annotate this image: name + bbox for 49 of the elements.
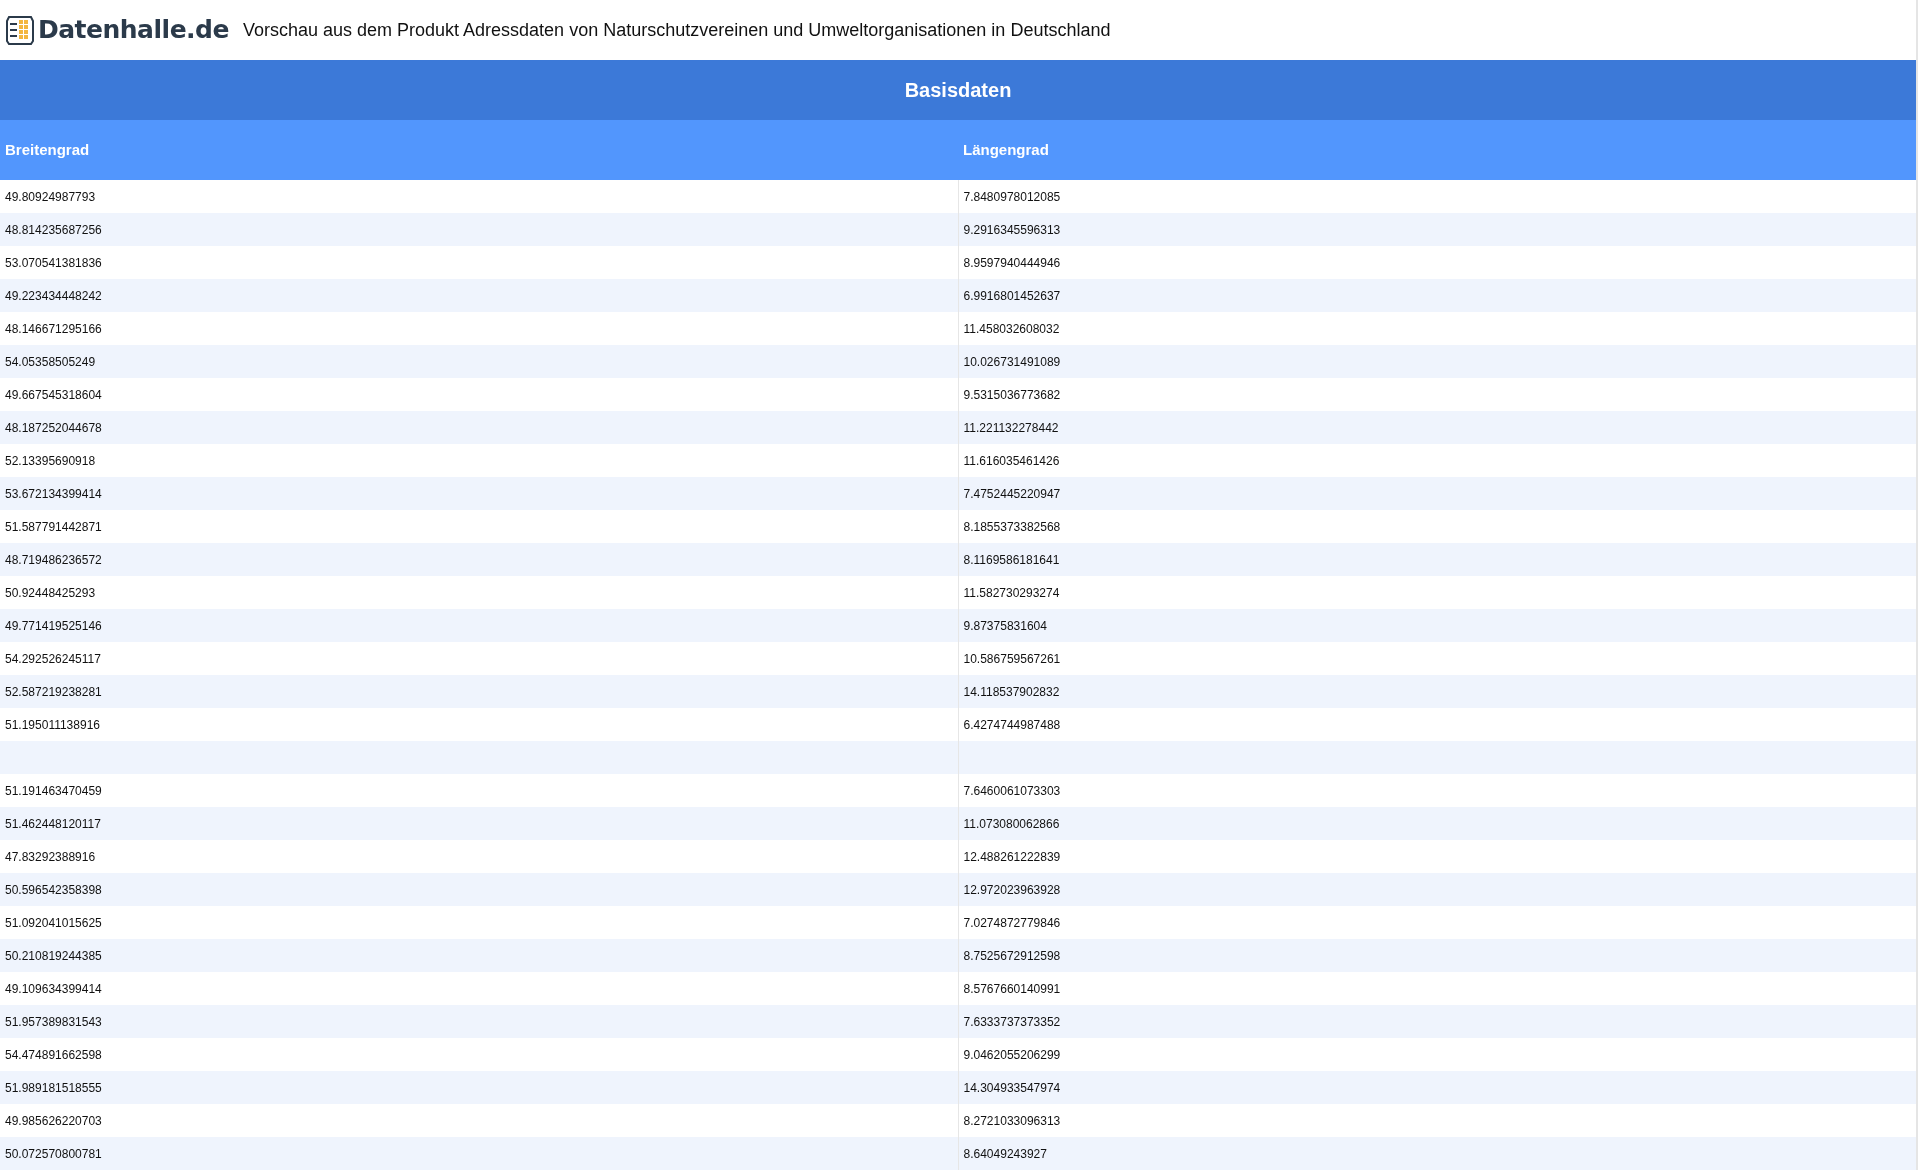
logo-icon	[5, 13, 35, 47]
table-cell: 9.87375831604	[958, 609, 1916, 642]
table-cell: 47.83292388916	[0, 840, 958, 873]
column-header: Breitengrad	[0, 120, 958, 180]
table-cell: 53.070541381836	[0, 246, 958, 279]
table-cell: 8.1169586181641	[958, 543, 1916, 576]
table-cell: 14.118537902832	[958, 675, 1916, 708]
page-title: Vorschau aus dem Produkt Adressdaten von Naturschutzvereinen und Umweltorganisationen in Deutschland	[242, 18, 1111, 42]
table-cell: 49.667545318604	[0, 378, 958, 411]
column-header: Längengrad	[958, 120, 1916, 180]
table-cell: 48.187252044678	[0, 411, 958, 444]
logo-text[interactable]: Datenhalle.de	[38, 11, 229, 49]
table-cell: 51.587791442871	[0, 510, 958, 543]
table-cell: 54.292526245117	[0, 642, 958, 675]
table-cell: 51.092041015625	[0, 906, 958, 939]
table-cell: 52.587219238281	[0, 675, 958, 708]
table-cell: 48.146671295166	[0, 312, 958, 345]
table-cell: 49.109634399414	[0, 972, 958, 1005]
table-cell: 49.80924987793	[0, 180, 958, 213]
table-cell: 7.6333737373352	[958, 1005, 1916, 1038]
table-cell: 50.596542358398	[0, 873, 958, 906]
table-cell: 49.985626220703	[0, 1104, 958, 1137]
table-cell: 51.989181518555	[0, 1071, 958, 1104]
table-cell: 10.026731491089	[958, 345, 1916, 378]
table-cell: 54.474891662598	[0, 1038, 958, 1071]
table-cell: 52.13395690918	[0, 444, 958, 477]
table-cell: 9.2916345596313	[958, 213, 1916, 246]
table-cell: 14.304933547974	[958, 1071, 1916, 1104]
table-cell: 51.195011138916	[0, 708, 958, 741]
table-cell: 11.221132278442	[958, 411, 1916, 444]
table-cell: 54.05358505249	[0, 345, 958, 378]
table-cell: 51.462448120117	[0, 807, 958, 840]
table-cell: 50.072570800781	[0, 1137, 958, 1170]
table-cell: 7.4752445220947	[958, 477, 1916, 510]
table-cell: 6.9916801452637	[958, 279, 1916, 312]
table-cell: 8.64049243927	[958, 1137, 1916, 1170]
table-caption: Basisdaten	[0, 60, 1916, 120]
table-cell: 49.223434448242	[0, 279, 958, 312]
table-cell: 51.191463470459	[0, 774, 958, 807]
table-cell: 48.814235687256	[0, 213, 958, 246]
table-cell: 49.771419525146	[0, 609, 958, 642]
table-cell: 12.972023963928	[958, 873, 1916, 906]
table-cell: 48.719486236572	[0, 543, 958, 576]
table-cell: 50.210819244385	[0, 939, 958, 972]
table-cell: 11.073080062866	[958, 807, 1916, 840]
table-cell: 53.672134399414	[0, 477, 958, 510]
table-cell: 51.957389831543	[0, 1005, 958, 1038]
table-cell: 8.7525672912598	[958, 939, 1916, 972]
table-cell: 50.92448425293	[0, 576, 958, 609]
